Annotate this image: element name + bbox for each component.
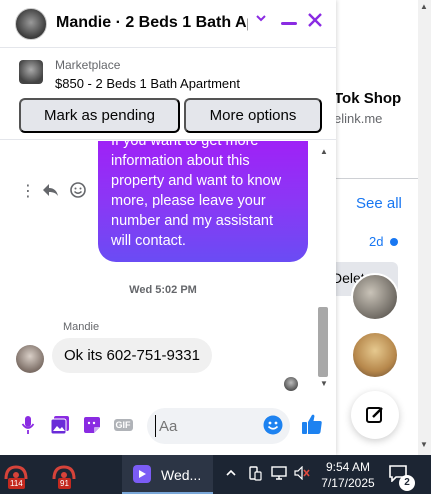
volume-muted-icon[interactable] (294, 465, 310, 483)
page-scrollbar[interactable]: ▲ ▼ (418, 0, 431, 455)
chat-header[interactable]: Mandie · 2 Beds 1 Bath Ap... (0, 0, 336, 48)
shop-subtitle: elink.me (334, 111, 383, 126)
notification-time: 2d (369, 234, 384, 249)
message-list: ⋮ If you want to get more information ab… (0, 141, 336, 396)
active-window-label[interactable]: Wed... (161, 467, 201, 483)
marketplace-banner: Marketplace $850 - 2 Beds 1 Bath Apartme… (0, 48, 336, 140)
contact-avatar[interactable] (15, 8, 47, 40)
divider (334, 178, 418, 179)
scroll-up-arrow-icon[interactable]: ▲ (420, 2, 428, 11)
message-line: will contact. (111, 233, 186, 249)
reply-icon[interactable] (42, 182, 59, 202)
network-icon[interactable] (271, 466, 287, 483)
new-message-button[interactable] (351, 391, 399, 439)
taskbar-badge: 91 (58, 478, 71, 489)
compose-icon (366, 407, 383, 423)
chevron-down-icon[interactable] (255, 12, 267, 27)
scrollbar-thumb[interactable] (318, 307, 328, 377)
microphone-icon[interactable] (17, 414, 39, 436)
see-all-link[interactable]: See all (356, 195, 402, 212)
scroll-down-arrow-icon[interactable]: ▼ (320, 379, 328, 388)
phone-link-icon[interactable] (248, 466, 262, 485)
mark-as-pending-button[interactable]: Mark as pending (19, 98, 180, 133)
chat-window: Mandie · 2 Beds 1 Bath Ap... Marketplace… (0, 0, 336, 455)
marketplace-label: Marketplace (55, 58, 121, 72)
listing-thumbnail[interactable] (19, 60, 43, 84)
sender-name: Mandie (63, 321, 100, 333)
emoji-icon[interactable] (263, 415, 283, 435)
chevron-up-icon[interactable] (225, 466, 237, 482)
incoming-message[interactable]: Ok its 602-751-9331 (52, 338, 212, 373)
shop-title[interactable]: Tok Shop (334, 90, 401, 107)
message-timestamp: Wed 5:02 PM (129, 284, 197, 296)
react-smiley-icon[interactable] (70, 182, 86, 203)
chat-head-avatar-kitchen[interactable] (351, 273, 399, 321)
thumbs-up-icon[interactable] (300, 412, 326, 438)
sticker-icon[interactable] (81, 414, 103, 436)
taskbar: 114 91 Wed... 9:54 AM 7/17/2025 2 (0, 455, 431, 494)
sender-avatar[interactable] (16, 345, 44, 373)
right-panel (330, 0, 431, 455)
minimize-button[interactable] (281, 22, 297, 25)
scroll-up-arrow-icon[interactable]: ▲ (320, 147, 328, 156)
photo-icon[interactable] (49, 414, 71, 436)
scroll-down-arrow-icon[interactable]: ▼ (420, 440, 428, 449)
close-icon[interactable] (306, 11, 324, 33)
gif-icon[interactable]: GIF (112, 414, 134, 436)
message-line: number and my assistant (111, 213, 273, 229)
message-line: information about this (111, 153, 250, 169)
notification-count-badge: 2 (399, 475, 415, 491)
chat-head-avatar-room[interactable] (351, 331, 399, 379)
more-options-button[interactable]: More options (184, 98, 322, 133)
seen-indicator-avatar (284, 377, 298, 391)
clock-date: 7/17/2025 (321, 476, 375, 490)
message-line: more, please leave your (111, 193, 266, 209)
unread-dot-icon (390, 238, 398, 246)
more-actions-icon[interactable]: ⋮ (20, 181, 36, 201)
system-clock[interactable]: 9:54 AM 7/17/2025 (318, 459, 378, 491)
taskbar-badge: 114 (8, 478, 25, 489)
messenger-app-icon[interactable] (133, 465, 151, 483)
message-scrollbar[interactable]: ▲ ▼ (316, 141, 332, 393)
outgoing-message[interactable]: If you want to get more information abou… (98, 141, 308, 262)
chat-title[interactable]: Mandie · 2 Beds 1 Bath Ap... (56, 14, 248, 32)
text-cursor (155, 415, 156, 437)
message-line: If you want to get more (111, 141, 259, 149)
clock-time: 9:54 AM (325, 460, 371, 474)
message-line: property and want to know (111, 173, 282, 189)
listing-title[interactable]: $850 - 2 Beds 1 Bath Apartment (55, 76, 240, 91)
composer-bar: GIF (0, 400, 336, 455)
